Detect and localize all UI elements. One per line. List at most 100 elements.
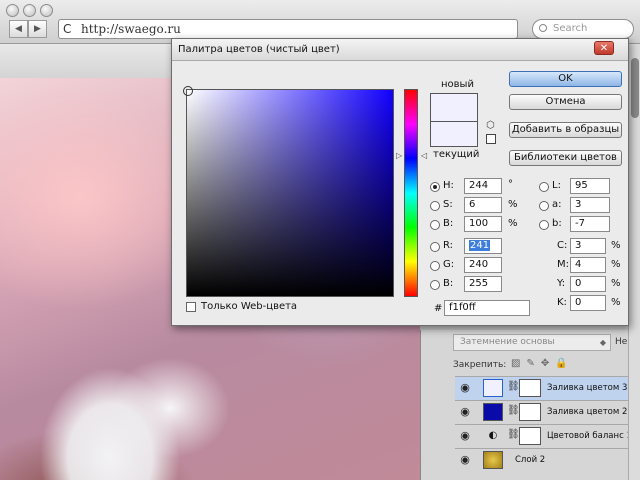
search-input[interactable]: Search xyxy=(532,19,634,39)
hash-label: # xyxy=(434,303,443,314)
radio-b[interactable] xyxy=(430,220,440,230)
cancel-button[interactable]: Отмена xyxy=(509,94,622,110)
scrollbar-thumb[interactable] xyxy=(631,58,639,118)
photo-top-band xyxy=(0,44,175,78)
r-input-value: 241 xyxy=(469,240,491,251)
radio-rgb-b[interactable] xyxy=(430,280,440,290)
eye-icon[interactable]: ◉ xyxy=(459,430,471,442)
hue-slider-arrow-right[interactable]: ◁ xyxy=(421,151,427,160)
layer-row[interactable]: ◉ Слой 2 xyxy=(455,448,637,472)
layer-mask-thumb xyxy=(519,427,541,445)
r-input[interactable]: 241 xyxy=(464,238,502,254)
c-unit: % xyxy=(611,240,621,251)
blend-mode-value: Затемнение основы xyxy=(460,337,555,347)
address-bar[interactable]: C http://swaego.ru xyxy=(58,19,518,39)
reload-icon[interactable]: C xyxy=(63,20,71,38)
radio-a[interactable] xyxy=(539,201,549,211)
color-libraries-button[interactable]: Библиотеки цветов xyxy=(509,150,622,166)
lock-icons[interactable]: ▨✎✥🔒 xyxy=(511,358,574,369)
window-zoom-button[interactable] xyxy=(40,4,53,17)
current-color-swatch[interactable] xyxy=(430,121,478,147)
a-label: a: xyxy=(552,199,562,210)
c-input[interactable]: 3 xyxy=(570,238,606,254)
hue-slider-arrow-left[interactable]: ▷ xyxy=(396,151,402,160)
close-button[interactable]: ✕ xyxy=(594,41,614,55)
s-input[interactable]: 6 xyxy=(464,197,502,213)
rgb-b-label: B: xyxy=(443,278,454,289)
lab-b-input[interactable]: -7 xyxy=(570,216,610,232)
radio-l[interactable] xyxy=(539,182,549,192)
s-label: S: xyxy=(443,199,453,210)
eye-icon[interactable]: ◉ xyxy=(459,382,471,394)
radio-s[interactable] xyxy=(430,201,440,211)
layer-thumb xyxy=(483,379,503,397)
page-scrollbar[interactable] xyxy=(628,44,640,480)
color-field-marker[interactable] xyxy=(183,86,193,96)
y-input[interactable]: 0 xyxy=(570,276,606,292)
layer-thumb xyxy=(483,403,503,421)
adjustment-icon: ◐ xyxy=(488,430,498,441)
c-label: C: xyxy=(557,240,568,251)
h-label: H: xyxy=(443,180,454,191)
chevron-down-icon: ◆ xyxy=(599,338,606,347)
radio-h[interactable] xyxy=(430,182,440,192)
layer-thumb xyxy=(483,451,503,469)
ok-button[interactable]: OK xyxy=(509,71,622,87)
window-close-button[interactable] xyxy=(6,4,19,17)
lock-label: Закрепить: xyxy=(453,360,507,370)
hue-slider[interactable] xyxy=(404,89,418,297)
s-unit: % xyxy=(508,199,518,210)
add-to-swatches-button[interactable]: Добавить в образцы xyxy=(509,122,622,138)
lab-b-label: b: xyxy=(552,218,562,229)
blend-mode-select[interactable]: Затемнение основы ◆ xyxy=(453,334,611,351)
m-unit: % xyxy=(611,259,621,270)
radio-r[interactable] xyxy=(430,242,440,252)
radio-lab-b[interactable] xyxy=(539,220,549,230)
r-label: R: xyxy=(443,240,454,251)
web-colors-label: Только Web-цвета xyxy=(201,301,298,312)
web-safe-swatch[interactable] xyxy=(486,134,496,144)
layer-mask-thumb xyxy=(519,403,541,421)
h-unit: ° xyxy=(508,179,513,190)
layer-row[interactable]: ◉ ⛓ Заливка цветом 3 xyxy=(455,376,637,400)
layer-name: Цветовой баланс 1 xyxy=(547,431,632,441)
link-icon: ⛓ xyxy=(507,381,520,392)
web-colors-checkbox[interactable] xyxy=(186,302,196,312)
window-minimize-button[interactable] xyxy=(23,4,36,17)
b-input[interactable]: 100 xyxy=(464,216,502,232)
k-label: K: xyxy=(557,297,567,308)
hex-input[interactable]: f1f0ff xyxy=(444,300,530,316)
new-color-swatch xyxy=(430,93,478,121)
cube-icon[interactable]: ⬡ xyxy=(486,120,495,131)
forward-button[interactable]: ▶ xyxy=(28,20,47,38)
back-button[interactable]: ◀ xyxy=(9,20,28,38)
m-input[interactable]: 4 xyxy=(570,257,606,273)
g-input[interactable]: 240 xyxy=(464,257,502,273)
rgb-b-input[interactable]: 255 xyxy=(464,276,502,292)
link-icon: ⛓ xyxy=(507,429,520,440)
l-input[interactable]: 95 xyxy=(570,178,610,194)
eye-icon[interactable]: ◉ xyxy=(459,406,471,418)
layers-panel: Затемнение основы ◆ Непр Закрепить: ▨✎✥🔒… xyxy=(420,330,639,480)
a-input[interactable]: 3 xyxy=(570,197,610,213)
address-text: http://swaego.ru xyxy=(81,22,181,36)
radio-g[interactable] xyxy=(430,261,440,271)
layer-row[interactable]: ◉ ⛓ Заливка цветом 2 xyxy=(455,400,637,424)
layer-name: Слой 2 xyxy=(515,455,546,465)
color-field[interactable] xyxy=(183,86,394,297)
h-input[interactable]: 244 xyxy=(464,178,502,194)
b-label: B: xyxy=(443,218,454,229)
b-unit: % xyxy=(508,218,518,229)
y-unit: % xyxy=(611,278,621,289)
dialog-titlebar[interactable]: Палитра цветов (чистый цвет) ✕ xyxy=(172,39,628,61)
m-label: M: xyxy=(557,259,569,270)
layer-name: Заливка цветом 2 xyxy=(547,407,628,417)
layer-row[interactable]: ◉ ◐ ⛓ Цветовой баланс 1 xyxy=(455,424,637,448)
l-label: L: xyxy=(552,180,561,191)
current-color-label: текущий xyxy=(433,149,480,160)
color-picker-dialog: Палитра цветов (чистый цвет) ✕ ▷ ◁ новый… xyxy=(171,38,629,326)
eye-icon[interactable]: ◉ xyxy=(459,454,471,466)
k-input[interactable]: 0 xyxy=(570,295,606,311)
search-icon xyxy=(539,24,547,32)
g-label: G: xyxy=(443,259,455,270)
